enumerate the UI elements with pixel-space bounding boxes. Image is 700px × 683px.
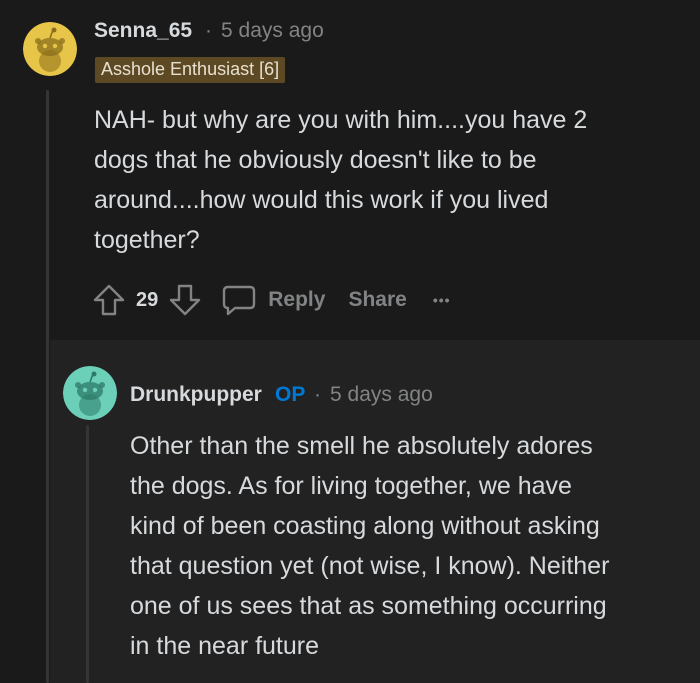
comment-timestamp[interactable]: 5 days ago bbox=[330, 383, 433, 407]
comment-author[interactable]: Senna_65 bbox=[94, 19, 192, 43]
comment-bubble-icon bbox=[223, 285, 256, 316]
comment-body-line: in the near future bbox=[130, 632, 320, 660]
upvote-icon[interactable] bbox=[92, 283, 126, 317]
comment-body-line: NAH- but why are you with him....you hav… bbox=[94, 106, 588, 134]
thread-line-comment2[interactable] bbox=[86, 425, 89, 683]
comment-body-line: Other than the smell he absolutely adore… bbox=[130, 432, 593, 460]
snoo-avatar-icon bbox=[63, 366, 117, 420]
snoo-avatar-icon bbox=[23, 22, 77, 76]
comment-body-line: kind of been coasting along without aski… bbox=[130, 512, 600, 540]
separator-dot: · bbox=[205, 19, 212, 42]
comment-body: NAH- but why are you with him....you hav… bbox=[94, 100, 587, 260]
user-flair: Asshole Enthusiast [6] bbox=[95, 57, 286, 83]
comment-body-line: that question yet (not wise, I know). Ne… bbox=[130, 552, 610, 580]
reply-label: Reply bbox=[268, 288, 326, 311]
comment-body-line: together? bbox=[94, 226, 200, 254]
share-button[interactable]: Share bbox=[348, 288, 406, 312]
avatar[interactable] bbox=[63, 366, 117, 420]
comment-body-line: around....how would this work if you liv… bbox=[94, 186, 549, 214]
comment-body-line: the dogs. As for living together, we hav… bbox=[130, 472, 572, 500]
more-options-icon: ••• bbox=[432, 292, 451, 308]
comment-actions: 29 Reply Share ••• bbox=[92, 283, 451, 317]
separator-dot: · bbox=[314, 383, 321, 406]
op-badge: OP bbox=[275, 383, 306, 406]
share-label: Share bbox=[348, 288, 407, 311]
avatar[interactable] bbox=[23, 22, 77, 76]
comment-body-line: dogs that he obviously doesn't like to b… bbox=[94, 146, 537, 174]
more-options-button[interactable]: ••• bbox=[433, 292, 451, 308]
reply-button[interactable]: Reply bbox=[220, 283, 325, 317]
comment-body-line: one of us sees that as something occurri… bbox=[130, 592, 607, 620]
comment-body: Other than the smell he absolutely adore… bbox=[130, 426, 609, 666]
comment-author[interactable]: Drunkpupper bbox=[130, 383, 262, 407]
downvote-icon[interactable] bbox=[168, 283, 202, 317]
vote-count: 29 bbox=[136, 288, 159, 311]
comment-timestamp[interactable]: 5 days ago bbox=[221, 19, 324, 43]
thread-line-comment1[interactable] bbox=[46, 90, 49, 683]
